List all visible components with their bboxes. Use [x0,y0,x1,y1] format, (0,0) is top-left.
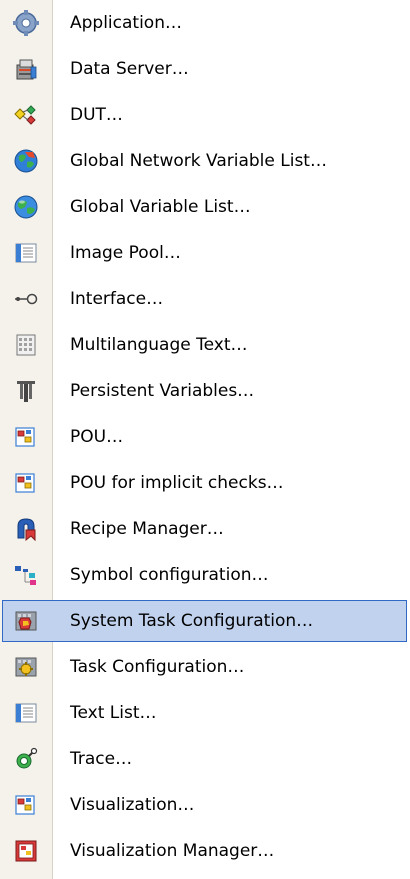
visualization-manager-icon [13,838,39,864]
data-server-icon [13,56,39,82]
text-list-icon [13,700,39,726]
menu-items: Application… Data Server… DUT… Global Ne… [0,0,410,874]
menu-item-data-server[interactable]: Data Server… [0,46,410,92]
trace-icon [13,746,39,772]
menu-item-label: Image Pool… [70,243,181,263]
menu-item-dut[interactable]: DUT… [0,92,410,138]
menu-item-label: POU… [70,427,124,447]
menu-item-label: Visualization Manager… [70,841,275,861]
menu-item-label: Multilanguage Text… [70,335,248,355]
menu-item-recipe-manager[interactable]: Recipe Manager… [0,506,410,552]
add-object-menu: Application… Data Server… DUT… Global Ne… [0,0,410,879]
menu-item-system-task-configuration[interactable]: System Task Configuration… [0,598,410,644]
menu-item-task-configuration[interactable]: Task Configuration… [0,644,410,690]
menu-item-label: Interface… [70,289,164,309]
menu-item-label: Persistent Variables… [70,381,255,401]
task-configuration-icon [13,654,39,680]
visualization-icon [13,792,39,818]
globe-network-icon [13,148,39,174]
persistent-variables-icon [13,378,39,404]
menu-item-application[interactable]: Application… [0,0,410,46]
menu-item-label: Task Configuration… [70,657,245,677]
menu-item-interface[interactable]: Interface… [0,276,410,322]
system-task-configuration-icon [13,608,39,634]
menu-item-visualization[interactable]: Visualization… [0,782,410,828]
menu-item-label: Trace… [70,749,133,769]
menu-item-global-network-variable-list[interactable]: Global Network Variable List… [0,138,410,184]
menu-item-text-list[interactable]: Text List… [0,690,410,736]
menu-item-label: Visualization… [70,795,195,815]
menu-item-label: DUT… [70,105,123,125]
menu-item-label: Text List… [70,703,157,723]
menu-item-multilanguage-text[interactable]: Multilanguage Text… [0,322,410,368]
interface-icon [13,286,39,312]
menu-item-symbol-configuration[interactable]: Symbol configuration… [0,552,410,598]
menu-item-label: Global Variable List… [70,197,251,217]
pou-icon [13,424,39,450]
recipe-manager-icon [13,516,39,542]
menu-item-label: Recipe Manager… [70,519,224,539]
menu-item-label: Symbol configuration… [70,565,269,585]
symbol-configuration-icon [13,562,39,588]
menu-item-trace[interactable]: Trace… [0,736,410,782]
globe-icon [13,194,39,220]
menu-item-label: System Task Configuration… [70,611,314,631]
menu-item-persistent-variables[interactable]: Persistent Variables… [0,368,410,414]
menu-item-label: Application… [70,13,182,33]
pou-checks-icon [13,470,39,496]
menu-item-image-pool[interactable]: Image Pool… [0,230,410,276]
dut-icon [13,102,39,128]
menu-item-pou[interactable]: POU… [0,414,410,460]
menu-item-label: Data Server… [70,59,189,79]
menu-item-label: POU for implicit checks… [70,473,284,493]
multilanguage-text-icon [13,332,39,358]
menu-item-pou-implicit-checks[interactable]: POU for implicit checks… [0,460,410,506]
menu-item-label: Global Network Variable List… [70,151,327,171]
gear-icon [13,10,39,36]
menu-item-visualization-manager[interactable]: Visualization Manager… [0,828,410,874]
menu-item-global-variable-list[interactable]: Global Variable List… [0,184,410,230]
image-pool-icon [13,240,39,266]
